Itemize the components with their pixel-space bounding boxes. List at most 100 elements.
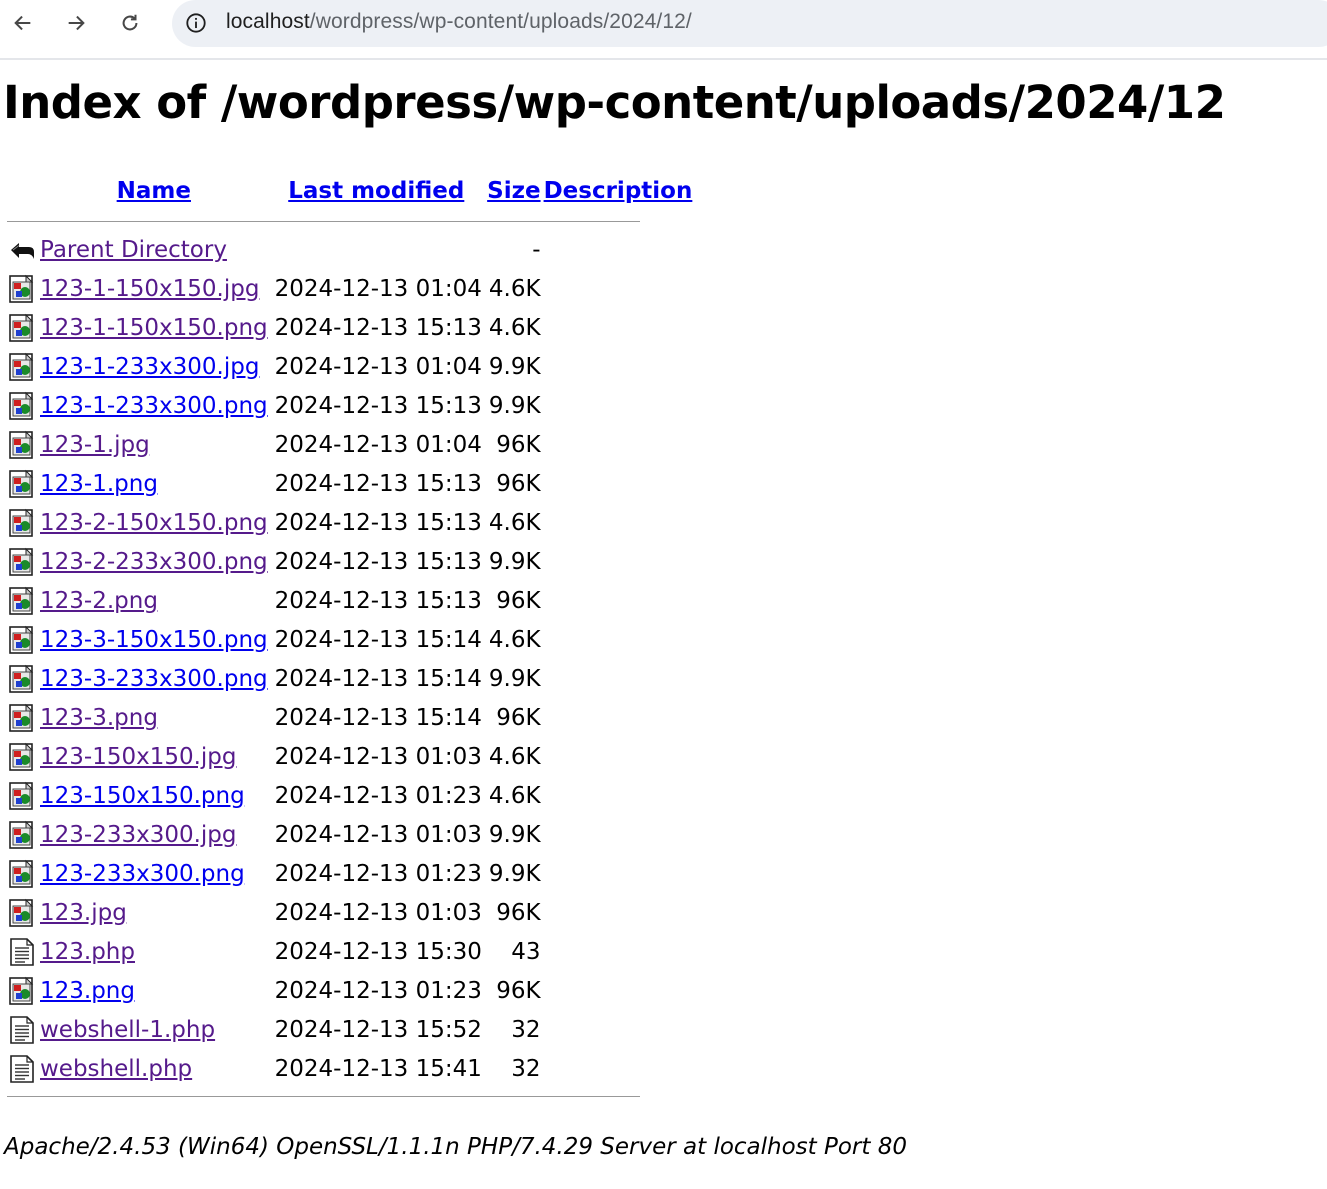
image-icon [7, 430, 37, 460]
file-link[interactable]: 123-1.png [40, 471, 158, 497]
back-button[interactable] [5, 5, 41, 41]
file-modified-cell: 2024-12-13 15:13 [274, 509, 482, 536]
file-icon-cell [7, 620, 37, 659]
back-arrow-icon [11, 242, 34, 259]
image-icon [7, 898, 37, 928]
file-link[interactable]: 123-3-233x300.png [40, 666, 268, 692]
file-link[interactable]: 123-1-150x150.jpg [40, 276, 259, 302]
image-icon [7, 313, 37, 343]
file-description-cell [544, 581, 693, 620]
header-divider [7, 221, 640, 222]
image-icon [7, 742, 37, 772]
file-description-cell [544, 503, 693, 542]
sort-by-size-link[interactable]: Size [487, 178, 540, 204]
file-link[interactable]: webshell.php [40, 1056, 192, 1082]
file-link[interactable]: 123-1.jpg [40, 432, 150, 458]
file-size-cell: 9.9K [488, 821, 541, 848]
file-link[interactable]: 123-150x150.jpg [40, 744, 237, 770]
file-size-cell: 4.6K [488, 626, 541, 653]
file-link[interactable]: 123-3.png [40, 705, 158, 731]
file-link[interactable]: 123.png [40, 978, 135, 1004]
file-size-cell: 4.6K [488, 743, 541, 770]
file-description-cell [544, 464, 693, 503]
file-name-cell: 123-2-150x150.png [40, 503, 268, 542]
file-description-cell [544, 542, 693, 581]
file-modified-cell: 2024-12-13 15:14 [274, 704, 482, 731]
image-icon [7, 976, 37, 1006]
file-link[interactable]: 123.php [40, 939, 135, 965]
file-link[interactable]: 123-1-233x300.jpg [40, 354, 259, 380]
reload-button[interactable] [112, 5, 148, 41]
image-icon [7, 508, 37, 538]
file-name-cell: 123-233x300.jpg [40, 815, 268, 854]
browser-toolbar: localhost/wordpress/wp-content/uploads/2… [0, 0, 1327, 60]
parent-icon-cell [7, 230, 37, 269]
file-row: webshell-1.php 2024-12-13 15:52 32 [7, 1010, 692, 1049]
icon-column-header [7, 169, 37, 213]
file-modified-cell: 2024-12-13 15:13 [274, 470, 482, 497]
file-size-cell: 4.6K [488, 782, 541, 809]
last-modified-column-header: Last modified [271, 169, 482, 213]
file-modified-cell: 2024-12-13 01:23 [274, 782, 482, 809]
file-modified-cell: 2024-12-13 01:23 [274, 977, 482, 1004]
sort-by-description-link[interactable]: Description [544, 178, 693, 204]
file-modified-cell: 2024-12-13 15:14 [274, 665, 482, 692]
parent-description-cell [544, 230, 693, 269]
file-icon-cell [7, 503, 37, 542]
file-description-cell [544, 893, 693, 932]
address-bar[interactable]: localhost/wordpress/wp-content/uploads/2… [172, 0, 1327, 47]
file-size-cell: 9.9K [488, 392, 541, 419]
text-file-icon [7, 1054, 37, 1084]
file-row: 123-1-150x150.png 2024-12-13 15:13 4.6K [7, 308, 692, 347]
file-icon-cell [7, 1010, 37, 1049]
info-icon[interactable] [185, 12, 207, 34]
file-icon-cell [7, 854, 37, 893]
file-row: 123-150x150.png 2024-12-13 01:23 4.6K [7, 776, 692, 815]
file-link[interactable]: 123-2.png [40, 588, 158, 614]
sort-by-name-link[interactable]: Name [117, 178, 191, 204]
file-icon-cell [7, 659, 37, 698]
file-name-cell: 123.png [40, 971, 268, 1010]
server-signature: Apache/2.4.53 (Win64) OpenSSL/1.1.1n PHP… [4, 1134, 907, 1160]
file-size-cell: 9.9K [488, 860, 541, 887]
url-text: localhost/wordpress/wp-content/uploads/2… [226, 10, 692, 34]
image-icon [7, 274, 37, 304]
file-link[interactable]: 123.jpg [40, 900, 127, 926]
image-icon [7, 703, 37, 733]
file-link[interactable]: webshell-1.php [40, 1017, 215, 1043]
file-icon-cell [7, 464, 37, 503]
file-modified-cell: 2024-12-13 01:04 [274, 353, 482, 380]
file-size-cell: 32 [511, 1055, 541, 1082]
file-row: 123-2.png 2024-12-13 15:13 96K [7, 581, 692, 620]
file-link[interactable]: 123-3-150x150.png [40, 627, 268, 653]
file-link[interactable]: 123-233x300.jpg [40, 822, 237, 848]
file-link[interactable]: 123-150x150.png [40, 783, 245, 809]
image-icon [7, 664, 37, 694]
file-link[interactable]: 123-2-150x150.png [40, 510, 268, 536]
file-description-cell [544, 932, 693, 971]
arrow-left-icon [14, 15, 31, 31]
parent-modified-cell [271, 230, 482, 269]
file-description-cell [544, 620, 693, 659]
parent-directory-link[interactable]: Parent Directory [40, 237, 227, 263]
file-name-cell: 123-3.png [40, 698, 268, 737]
file-link[interactable]: 123-1-150x150.png [40, 315, 268, 341]
file-icon-cell [7, 776, 37, 815]
file-link[interactable]: 123-2-233x300.png [40, 549, 268, 575]
sort-by-last-modified-link[interactable]: Last modified [288, 178, 464, 204]
file-modified-cell: 2024-12-13 15:13 [274, 587, 482, 614]
file-row: 123.jpg 2024-12-13 01:03 96K [7, 893, 692, 932]
file-row: 123-1-233x300.png 2024-12-13 15:13 9.9K [7, 386, 692, 425]
file-description-cell [544, 737, 693, 776]
file-size-cell: 96K [496, 899, 541, 926]
file-link[interactable]: 123-1-233x300.png [40, 393, 268, 419]
file-row: 123-2-233x300.png 2024-12-13 15:13 9.9K [7, 542, 692, 581]
forward-button[interactable] [58, 5, 94, 41]
file-name-cell: webshell.php [40, 1049, 268, 1088]
file-link[interactable]: 123-233x300.png [40, 861, 245, 887]
file-modified-cell: 2024-12-13 15:13 [274, 392, 482, 419]
file-row: 123-1.jpg 2024-12-13 01:04 96K [7, 425, 692, 464]
image-icon [7, 859, 37, 889]
file-modified-cell: 2024-12-13 01:23 [274, 860, 482, 887]
file-icon-cell [7, 893, 37, 932]
